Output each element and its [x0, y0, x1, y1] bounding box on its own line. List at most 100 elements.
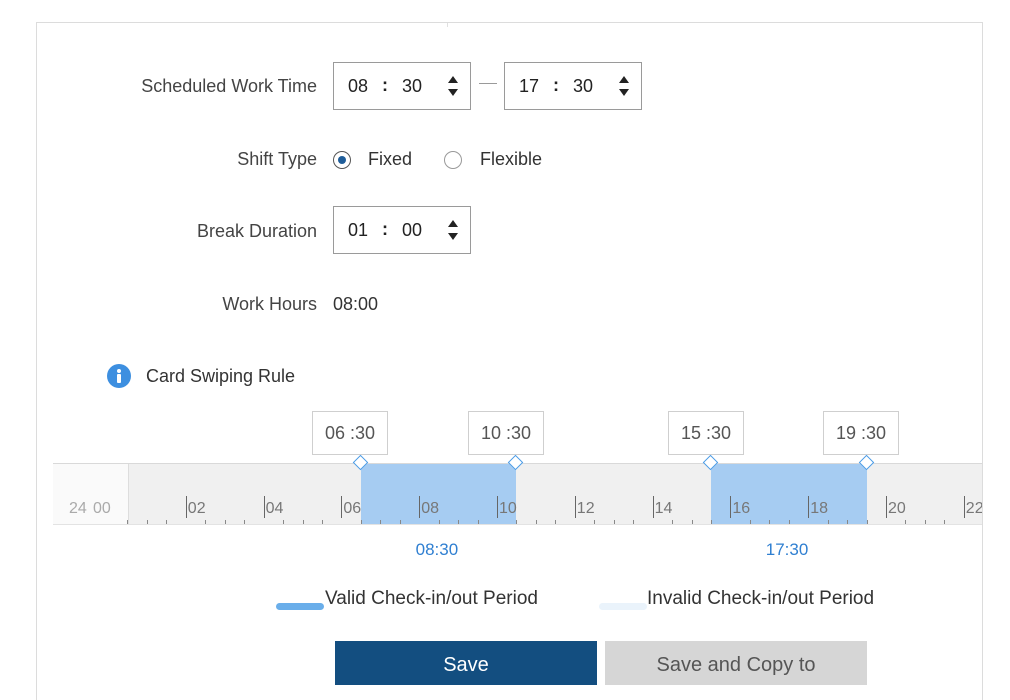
- major-tick: [652, 496, 654, 518]
- minor-tick: [380, 520, 382, 524]
- minor-tick: [613, 520, 615, 524]
- spinner-arrows-icon[interactable]: [446, 216, 460, 244]
- spinner-arrows-icon[interactable]: [617, 72, 631, 100]
- tick-label: 12: [576, 500, 595, 517]
- minor-tick: [672, 520, 674, 524]
- minor-tick: [283, 520, 285, 524]
- tick-label: 04: [265, 500, 284, 517]
- minor-tick: [905, 520, 907, 524]
- range-dash: [479, 83, 497, 84]
- tick-label: 18: [810, 500, 828, 517]
- start-hour[interactable]: 08: [348, 76, 368, 97]
- tick-label: 10: [499, 500, 517, 517]
- major-tick: [963, 496, 965, 518]
- minor-tick: [769, 520, 771, 524]
- minor-tick: [691, 520, 693, 524]
- tick-label: 06: [343, 500, 362, 517]
- card-swiping-timeline[interactable]: 24 00 02 04 06 08 10 12 14 16 18 20 22: [53, 463, 983, 525]
- save-button[interactable]: Save: [335, 641, 597, 685]
- minor-tick: [399, 520, 401, 524]
- end-hour[interactable]: 17: [519, 76, 539, 97]
- card-swiping-rule-title: Card Swiping Rule: [146, 366, 296, 386]
- invalid-period-legend: Invalid Check-in/out Period: [647, 588, 875, 609]
- period-start-tooltip: 06 :30: [312, 411, 388, 455]
- major-tick: [497, 496, 498, 518]
- time-separator: :: [382, 219, 388, 239]
- break-duration-label: Break Duration: [196, 221, 317, 241]
- valid-period-legend: Valid Check-in/out Period: [325, 588, 538, 609]
- tick-label: 08: [421, 500, 439, 517]
- major-tick: [574, 496, 576, 518]
- major-tick: [185, 496, 187, 518]
- minor-tick: [847, 520, 849, 524]
- minor-tick: [166, 520, 168, 524]
- work-time-marker-label: 17:30: [765, 540, 809, 559]
- minor-tick: [924, 520, 926, 524]
- radio-flexible[interactable]: [444, 151, 462, 169]
- end-minute[interactable]: 30: [573, 76, 593, 97]
- tick-label: 22: [965, 500, 983, 517]
- tick-label: 16: [732, 500, 751, 517]
- minor-tick: [555, 520, 557, 524]
- minor-tick: [866, 520, 868, 524]
- break-minute[interactable]: 00: [402, 220, 422, 241]
- major-tick: [886, 496, 887, 518]
- info-icon[interactable]: [107, 364, 131, 388]
- divider: [447, 23, 448, 27]
- minor-tick: [944, 520, 946, 524]
- timeline-lead: [53, 464, 129, 524]
- minor-tick: [224, 520, 226, 524]
- save-and-copy-button[interactable]: Save and Copy to: [605, 641, 867, 685]
- start-minute[interactable]: 30: [402, 76, 422, 97]
- valid-period-swatch: [276, 603, 324, 610]
- period-end-tooltip: 19 :30: [823, 411, 899, 455]
- shift-settings-panel: Scheduled Work Time 08 : 30 17 : 30 Shif…: [36, 22, 983, 700]
- shift-type-label: Shift Type: [237, 149, 317, 169]
- work-hours-value: 08:00: [333, 294, 379, 314]
- minor-tick: [244, 520, 246, 524]
- tick-label: 02: [187, 500, 206, 517]
- minor-tick: [827, 520, 829, 524]
- break-duration-input[interactable]: 01 : 00: [333, 206, 471, 254]
- work-hours-label: Work Hours: [222, 294, 317, 314]
- minor-tick: [477, 520, 479, 524]
- minor-tick: [788, 520, 790, 524]
- tick-label-lead: 24: [69, 500, 87, 517]
- minor-tick: [360, 520, 362, 524]
- major-tick: [730, 496, 732, 518]
- end-time-input[interactable]: 17 : 30: [504, 62, 642, 110]
- minor-tick: [710, 520, 712, 524]
- radio-fixed[interactable]: [333, 151, 351, 169]
- minor-tick: [633, 520, 635, 524]
- spinner-arrows-icon[interactable]: [446, 72, 460, 100]
- minor-tick: [535, 520, 537, 524]
- major-tick: [808, 496, 810, 518]
- major-tick: [419, 496, 421, 518]
- start-time-input[interactable]: 08 : 30: [333, 62, 471, 110]
- minor-tick: [438, 520, 440, 524]
- minor-tick: [458, 520, 460, 524]
- period-start-tooltip: 15 :30: [668, 411, 744, 455]
- minor-tick: [594, 520, 596, 524]
- work-time-marker-label: 08:30: [415, 540, 459, 559]
- tick-label-start: 00: [93, 500, 111, 517]
- minor-tick: [146, 520, 148, 524]
- major-tick: [263, 496, 265, 518]
- radio-fixed-label[interactable]: Fixed: [368, 149, 412, 170]
- tick-label: 20: [888, 500, 906, 517]
- time-separator: :: [382, 75, 388, 95]
- scheduled-work-time-label: Scheduled Work Time: [141, 76, 317, 96]
- minor-tick: [205, 520, 207, 524]
- radio-flexible-label[interactable]: Flexible: [480, 149, 542, 170]
- minor-tick: [516, 520, 518, 524]
- minor-tick: [302, 520, 304, 524]
- minor-tick: [749, 520, 751, 524]
- invalid-period-swatch: [599, 603, 647, 610]
- major-tick: [341, 496, 343, 518]
- tick-label: 14: [654, 500, 673, 517]
- break-hour[interactable]: 01: [348, 220, 368, 241]
- minor-tick: [321, 520, 323, 524]
- period-end-tooltip: 10 :30: [468, 411, 544, 455]
- time-separator: :: [553, 75, 559, 95]
- minor-tick: [127, 520, 129, 524]
